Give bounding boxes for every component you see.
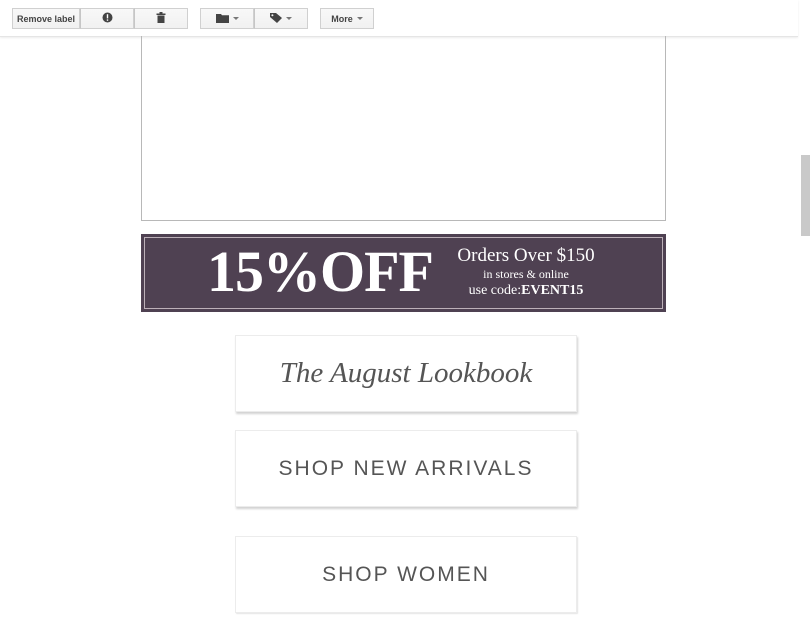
shop-new-arrivals-label: SHOP NEW ARRIVALS [278, 456, 534, 480]
gmail-toolbar: Remove label More [0, 0, 798, 37]
promo-code-prefix: use code: [468, 283, 522, 298]
folder-icon [215, 13, 229, 25]
toolbar-group-more: More [320, 8, 374, 29]
promo-code-line: use code:EVENT15 [446, 282, 606, 299]
august-lookbook-label: The August Lookbook [279, 357, 533, 389]
trash-icon [156, 12, 166, 25]
tag-icon [270, 12, 282, 25]
shop-new-arrivals-button[interactable]: SHOP NEW ARRIVALS [235, 430, 577, 507]
promo-threshold: Orders Over $150 [457, 245, 595, 266]
promo-code: EVENT15 [521, 283, 584, 298]
remove-label-button[interactable]: Remove label [12, 8, 80, 29]
email-image-placeholder [141, 36, 666, 221]
toolbar-group-actions: Remove label [12, 8, 188, 29]
promo-banner[interactable]: 15%OFF Orders Over $150 in stores & onli… [141, 234, 666, 312]
chevron-down-icon [356, 17, 363, 20]
report-spam-button[interactable] [80, 8, 134, 29]
exclamation-icon [102, 12, 113, 25]
promo-channels: in stores & online [483, 267, 569, 281]
remove-label-text: Remove label [16, 13, 76, 24]
labels-button[interactable] [254, 8, 308, 29]
chevron-down-icon [232, 17, 239, 20]
more-button[interactable]: More [320, 8, 374, 29]
more-text: More [331, 13, 353, 24]
toolbar-group-organize [200, 8, 308, 29]
scrollbar-thumb[interactable] [801, 155, 810, 236]
delete-button[interactable] [134, 8, 188, 29]
promo-discount: 15%OFF [207, 239, 434, 304]
august-lookbook-button[interactable]: The August Lookbook [235, 335, 577, 412]
chevron-down-icon [286, 17, 292, 20]
shop-women-label: SHOP WOMEN [322, 562, 490, 586]
shop-women-button[interactable]: SHOP WOMEN [235, 536, 577, 613]
move-to-button[interactable] [200, 8, 254, 29]
promo-details: Orders Over $150 in stores & online use … [446, 245, 606, 299]
